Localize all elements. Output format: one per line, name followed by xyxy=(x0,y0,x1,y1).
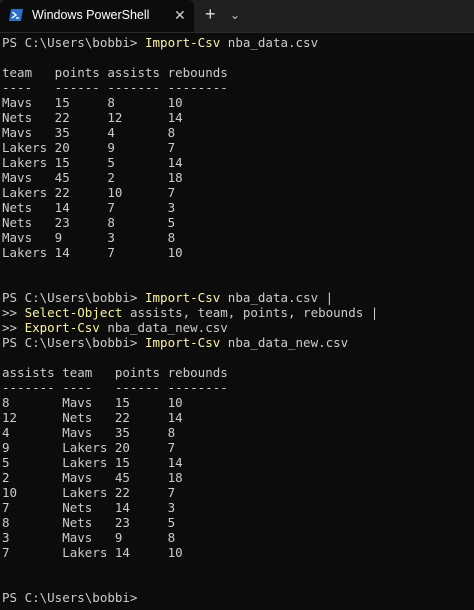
table-row: 8 Mavs 15 10 xyxy=(2,395,183,410)
table-row: 2 Mavs 45 18 xyxy=(2,470,183,485)
table-row: Mavs 9 3 8 xyxy=(2,230,176,245)
prompt-line: PS C:\Users\bobbi> Import-Csv nba_data.c… xyxy=(2,290,334,305)
prompt-line: PS C:\Users\bobbi> xyxy=(2,590,138,605)
terminal-output[interactable]: PS C:\Users\bobbi> Import-Csv nba_data.c… xyxy=(2,35,472,607)
table-row: Lakers 22 10 7 xyxy=(2,185,176,200)
new-tab-button[interactable]: + xyxy=(205,4,216,25)
table-row: Mavs 45 2 18 xyxy=(2,170,183,185)
table-row: 8 Nets 23 5 xyxy=(2,515,176,530)
table-underline: ------- ---- ------ -------- xyxy=(2,380,228,395)
table-row: Lakers 20 9 7 xyxy=(2,140,176,155)
table-row: 7 Nets 14 3 xyxy=(2,500,176,515)
table-header: team points assists rebounds xyxy=(2,65,228,80)
table-row: 7 Lakers 14 10 xyxy=(2,545,183,560)
table-header: assists team points rebounds xyxy=(2,365,228,380)
table-row: 9 Lakers 20 7 xyxy=(2,440,176,455)
table-row: 3 Mavs 9 8 xyxy=(2,530,176,545)
tab-dropdown-icon[interactable]: ⌄ xyxy=(230,8,240,22)
tab-windows-powershell[interactable]: Windows PowerShell ✕ xyxy=(0,0,194,32)
table-row: 4 Mavs 35 8 xyxy=(2,425,176,440)
table-row: 12 Nets 22 14 xyxy=(2,410,183,425)
powershell-icon xyxy=(9,9,23,21)
prompt-line: PS C:\Users\bobbi> Import-Csv nba_data.c… xyxy=(2,35,319,50)
command-text: Export-Csv xyxy=(24,320,100,335)
table-row: Mavs 35 4 8 xyxy=(2,125,176,140)
table-row: Lakers 14 7 10 xyxy=(2,245,183,260)
continuation-line: >> Select-Object assists, team, points, … xyxy=(2,305,379,320)
prompt-line: PS C:\Users\bobbi> Import-Csv nba_data_n… xyxy=(2,335,349,350)
command-text: Import-Csv xyxy=(145,335,221,350)
command-text: Import-Csv xyxy=(145,35,221,50)
table-row: Mavs 15 8 10 xyxy=(2,95,183,110)
tab-title: Windows PowerShell xyxy=(32,8,150,22)
command-text: Select-Object xyxy=(24,305,123,320)
table-row: Lakers 15 5 14 xyxy=(2,155,183,170)
table-row: Nets 23 8 5 xyxy=(2,215,176,230)
table-row: 10 Lakers 22 7 xyxy=(2,485,176,500)
table-row: Nets 14 7 3 xyxy=(2,200,176,215)
command-text: Import-Csv xyxy=(145,290,221,305)
table-row: Nets 22 12 14 xyxy=(2,110,183,125)
table-underline: ---- ------ ------- -------- xyxy=(2,80,228,95)
table-row: 5 Lakers 15 14 xyxy=(2,455,183,470)
title-bar: Windows PowerShell ✕ + ⌄ xyxy=(0,0,474,33)
close-tab-icon[interactable]: ✕ xyxy=(174,7,186,24)
continuation-line: >> Export-Csv nba_data_new.csv xyxy=(2,320,228,335)
